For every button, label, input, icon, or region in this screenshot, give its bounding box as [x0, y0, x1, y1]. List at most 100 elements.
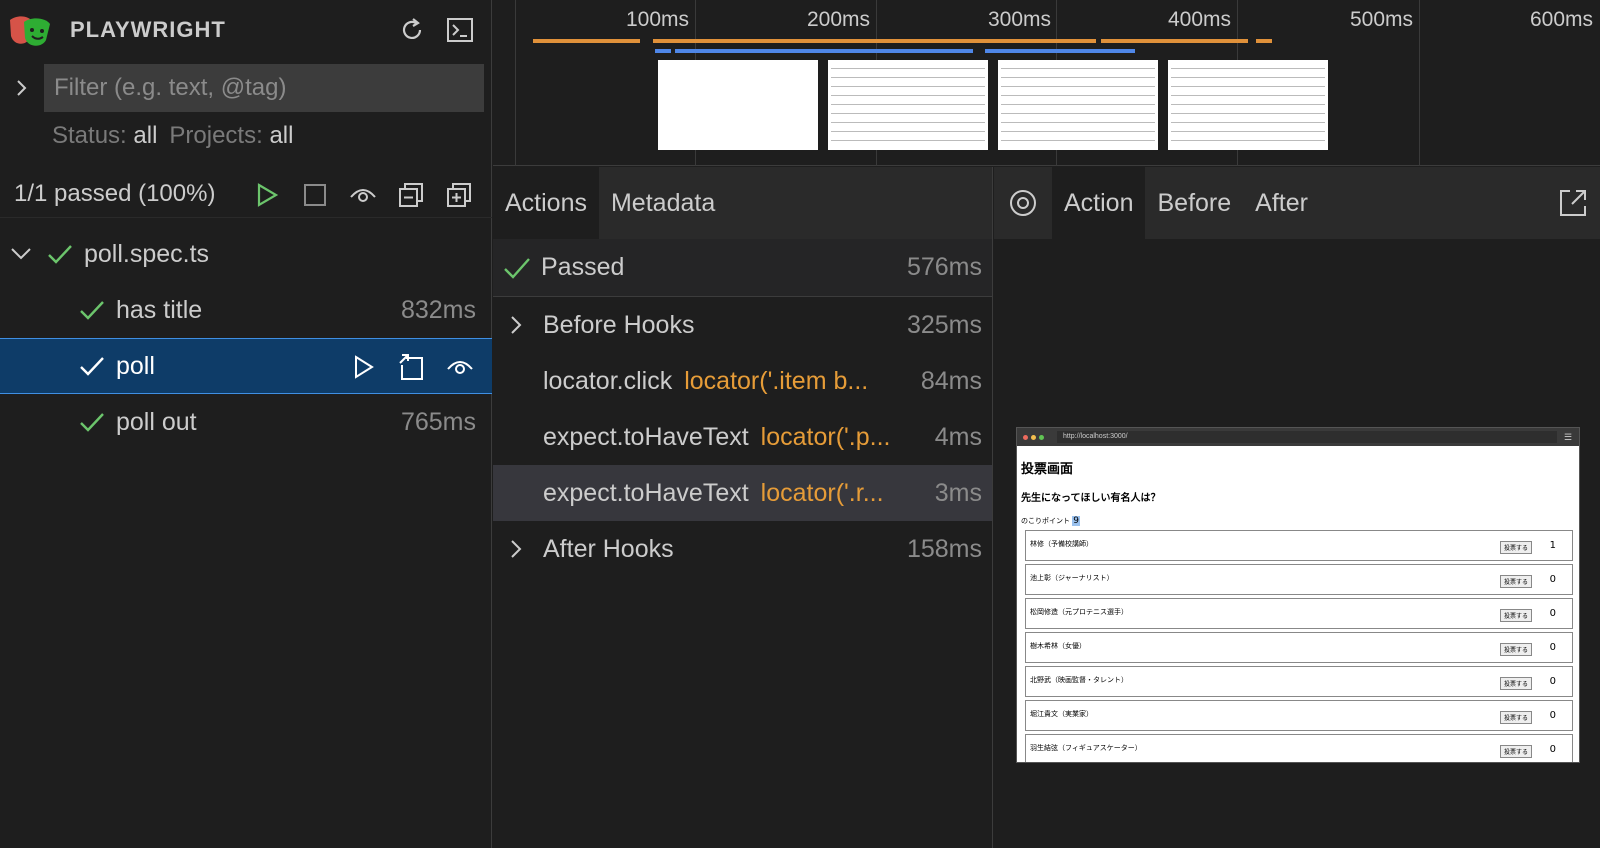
- sidebar-header: PLAYWRIGHT: [0, 0, 492, 60]
- play-icon: [355, 355, 374, 379]
- timeline-tick-label: 600ms: [1529, 8, 1593, 31]
- run-test-button[interactable]: [348, 351, 380, 383]
- pick-locator-button[interactable]: [994, 167, 1052, 239]
- candidate-row: 林修（予備校講師） 投票する 1: [1025, 530, 1573, 561]
- vote-button[interactable]: 投票する: [1499, 541, 1532, 554]
- action-row[interactable]: expect.toHaveText locator('.p... 4ms: [493, 409, 992, 465]
- passed-label: Passed: [541, 253, 625, 281]
- action-row-after-hooks[interactable]: After Hooks 158ms: [493, 521, 992, 577]
- action-title: Before Hooks: [543, 310, 695, 339]
- terminal-button[interactable]: [444, 14, 476, 46]
- external-link-icon: [1560, 190, 1586, 216]
- timeline[interactable]: 100ms 200ms 300ms 400ms 500ms 600ms: [493, 0, 1600, 166]
- candidate-row: 樹木希林（女優） 投票する 0: [1025, 632, 1573, 663]
- timeline-gridline: [515, 0, 516, 166]
- timeline-thumbnail[interactable]: [828, 60, 988, 150]
- goto-source-button[interactable]: [396, 351, 428, 383]
- action-row-selected[interactable]: expect.toHaveText locator('.r... 3ms: [493, 465, 992, 521]
- action-duration: 158ms: [906, 534, 982, 563]
- chevron-right-icon: [511, 540, 522, 558]
- reload-button[interactable]: [396, 14, 428, 46]
- filter-expand-button[interactable]: [10, 74, 34, 102]
- vote-button[interactable]: 投票する: [1499, 745, 1532, 758]
- stop-button[interactable]: [298, 178, 332, 212]
- vote-button[interactable]: 投票する: [1499, 643, 1532, 656]
- chevron-down-icon: [11, 248, 31, 260]
- tree-test-row-selected[interactable]: poll: [0, 338, 492, 394]
- candidate-row: 北野武（映画監督・タレント） 投票する 0: [1025, 666, 1573, 697]
- snapshot-browser[interactable]: http://localhost:3000/ ☰ 投票画面 先生になってほしい有…: [1016, 427, 1580, 763]
- reload-icon: [402, 18, 422, 39]
- timeline-tick-label: 100ms: [625, 8, 689, 31]
- action-duration: 325ms: [906, 310, 982, 339]
- watch-all-button[interactable]: [346, 178, 380, 212]
- test-name: has title: [116, 295, 203, 324]
- test-duration: 765ms: [400, 407, 476, 436]
- actions-tabbar: Actions Metadata: [493, 167, 992, 239]
- expand-all-button[interactable]: [442, 178, 476, 212]
- summary-toolbar: 1/1 passed (100%): [0, 172, 492, 218]
- action-selector: locator('.r...: [760, 478, 884, 507]
- test-duration: 832ms: [400, 295, 476, 324]
- vote-button[interactable]: 投票する: [1499, 609, 1532, 622]
- page-heading: 投票画面: [1021, 462, 1074, 477]
- browser-url: http://localhost:3000/: [1057, 431, 1557, 443]
- app-title: PLAYWRIGHT: [70, 17, 226, 42]
- action-duration: 84ms: [920, 366, 982, 395]
- collapse-all-button[interactable]: [394, 178, 428, 212]
- watch-test-button[interactable]: [444, 351, 476, 383]
- candidate-name: 松岡修造（元プロテニス選手）: [1030, 608, 1128, 616]
- tab-action[interactable]: Action: [1052, 167, 1146, 239]
- timeline-thumbnail[interactable]: [1168, 60, 1328, 150]
- vote-button[interactable]: 投票する: [1499, 711, 1532, 724]
- vote-button[interactable]: 投票する: [1499, 575, 1532, 588]
- action-title: locator.click: [543, 366, 673, 395]
- status-value[interactable]: all: [133, 122, 157, 149]
- tab-metadata[interactable]: Metadata: [599, 167, 727, 239]
- vote-count: 0: [1549, 744, 1556, 755]
- timeline-network-bar: [655, 49, 671, 53]
- timeline-thumbnail[interactable]: [658, 60, 818, 150]
- tree-file-row[interactable]: poll.spec.ts: [0, 226, 492, 282]
- tab-actions[interactable]: Actions: [493, 167, 599, 239]
- timeline-tick-label: 200ms: [806, 8, 870, 31]
- action-selector: locator('.p...: [760, 422, 891, 451]
- menu-icon: ☰: [1564, 431, 1573, 442]
- maximize-dot-icon: [1039, 434, 1044, 440]
- open-snapshot-button[interactable]: [1546, 167, 1600, 239]
- run-all-button[interactable]: [250, 178, 284, 212]
- passed-check-icon: [78, 296, 106, 324]
- action-title: expect.toHaveText: [543, 422, 749, 451]
- vote-count: 0: [1549, 608, 1556, 619]
- candidate-name: 北野武（映画監督・タレント）: [1030, 676, 1128, 684]
- tab-after[interactable]: After: [1243, 167, 1320, 239]
- minimize-dot-icon: [1031, 434, 1036, 440]
- action-row-before-hooks[interactable]: Before Hooks 325ms: [493, 297, 992, 353]
- passed-check-icon: [503, 256, 531, 280]
- vote-count: 0: [1549, 642, 1556, 653]
- test-tree: poll.spec.ts has title 832ms poll poll o…: [0, 226, 492, 450]
- points-row: のこりポイント 9: [1021, 516, 1573, 526]
- passed-duration: 576ms: [906, 253, 982, 281]
- passed-check-icon: [78, 408, 106, 436]
- candidate-row: 堀江貴文（実業家） 投票する 0: [1025, 700, 1573, 731]
- tree-test-row[interactable]: poll out 765ms: [0, 394, 492, 450]
- filter-input[interactable]: [44, 64, 484, 112]
- vote-count: 0: [1549, 710, 1556, 721]
- status-label: Status:: [52, 122, 127, 149]
- snapshot-panel: Action Before After http://localhost:300…: [994, 167, 1600, 848]
- stop-icon: [304, 184, 326, 206]
- projects-value[interactable]: all: [269, 122, 293, 149]
- page-question: 先生になってほしい有名人は？: [1021, 493, 1161, 504]
- tree-test-row[interactable]: has title 832ms: [0, 282, 492, 338]
- action-row[interactable]: locator.click locator('.item b... 84ms: [493, 353, 992, 409]
- tab-before[interactable]: Before: [1145, 167, 1243, 239]
- vote-button[interactable]: 投票する: [1499, 677, 1532, 690]
- test-sidebar: PLAYWRIGHT Status: all Projects: all 1/1…: [0, 0, 492, 848]
- passed-header-row: Passed 576ms: [493, 239, 992, 297]
- timeline-thumbnail[interactable]: [998, 60, 1158, 150]
- eye-icon: [447, 361, 473, 374]
- timeline-network-bar: [675, 49, 973, 53]
- terminal-icon: [447, 18, 473, 42]
- candidate-name: 池上彰（ジャーナリスト）: [1030, 574, 1114, 582]
